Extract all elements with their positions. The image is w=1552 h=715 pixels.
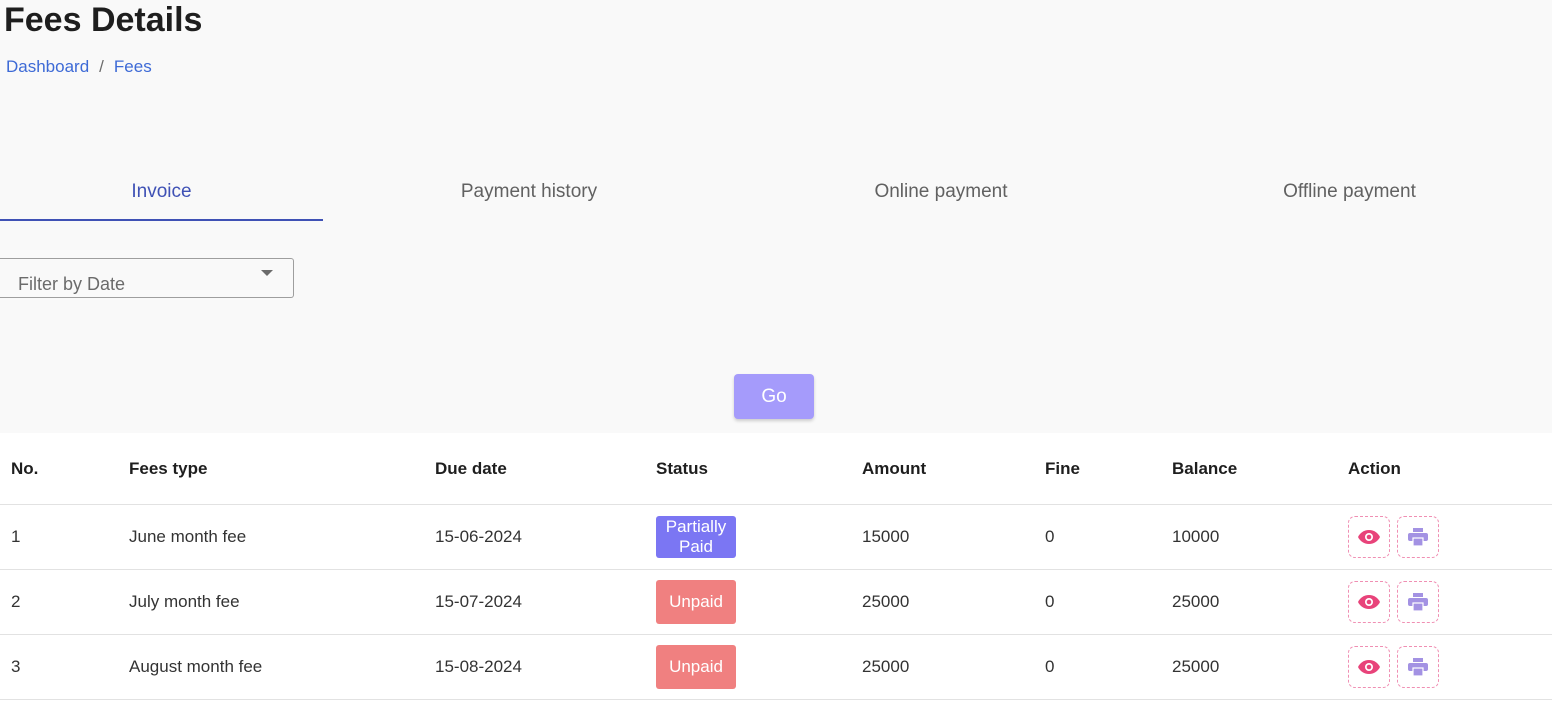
eye-icon	[1358, 595, 1380, 609]
status-badge: Unpaid	[656, 645, 736, 689]
cell-amount: 25000	[862, 569, 1045, 635]
cell-due-date: 15-07-2024	[435, 569, 656, 635]
status-badge: Unpaid	[656, 580, 736, 624]
view-button[interactable]	[1348, 646, 1390, 688]
cell-no: 2	[0, 569, 129, 635]
eye-icon	[1358, 660, 1380, 674]
column-header-action: Action	[1348, 433, 1552, 505]
cell-fine: 0	[1045, 569, 1172, 635]
tab-payment-history[interactable]: Payment history	[323, 170, 735, 222]
table-row: 1 June month fee 15-06-2024 Partially Pa…	[0, 504, 1552, 570]
printer-icon	[1407, 593, 1428, 611]
column-header-amount: Amount	[862, 433, 1045, 505]
cell-fine: 0	[1045, 504, 1172, 570]
cell-amount: 15000	[862, 504, 1045, 570]
cell-status: Partially Paid	[656, 504, 862, 570]
print-button[interactable]	[1396, 581, 1439, 623]
printer-icon	[1407, 658, 1428, 676]
column-header-due-date: Due date	[435, 433, 656, 505]
printer-icon	[1407, 528, 1428, 546]
cell-action	[1348, 569, 1552, 635]
cell-action	[1348, 634, 1552, 700]
table-header-row: No. Fees type Due date Status Amount Fin…	[0, 433, 1552, 505]
cell-fees-type: July month fee	[129, 569, 435, 635]
cell-fine: 0	[1045, 634, 1172, 700]
print-button[interactable]	[1396, 646, 1439, 688]
filter-placeholder: Filter by Date	[18, 274, 126, 294]
cell-action	[1348, 504, 1552, 570]
column-header-fine: Fine	[1045, 433, 1172, 505]
cell-due-date: 15-08-2024	[435, 634, 656, 700]
cell-status: Unpaid	[656, 569, 862, 635]
fees-table: No. Fees type Due date Status Amount Fin…	[0, 433, 1552, 700]
print-button[interactable]	[1396, 516, 1439, 558]
cell-balance: 25000	[1172, 569, 1348, 635]
cell-balance: 10000	[1172, 504, 1348, 570]
status-badge: Partially Paid	[656, 516, 736, 558]
cell-status: Unpaid	[656, 634, 862, 700]
column-header-balance: Balance	[1172, 433, 1348, 505]
table-row: 3 August month fee 15-08-2024 Unpaid 250…	[0, 634, 1552, 700]
cell-no: 3	[0, 634, 129, 700]
view-button[interactable]	[1348, 516, 1390, 558]
cell-due-date: 15-06-2024	[435, 504, 656, 570]
table-row: 2 July month fee 15-07-2024 Unpaid 25000…	[0, 569, 1552, 635]
view-button[interactable]	[1348, 581, 1390, 623]
go-button[interactable]: Go	[734, 374, 814, 419]
cell-fees-type: August month fee	[129, 634, 435, 700]
filter-by-date-select[interactable]: Filter by Date	[0, 258, 294, 298]
tab-invoice[interactable]: Invoice	[0, 170, 323, 222]
breadcrumb: Dashboard / Fees	[6, 56, 152, 78]
tab-bar: Invoice Payment history Online payment O…	[0, 170, 1552, 222]
tab-offline-payment[interactable]: Offline payment	[1147, 170, 1552, 222]
cell-amount: 25000	[862, 634, 1045, 700]
column-header-fees-type: Fees type	[129, 433, 435, 505]
fees-table-container: No. Fees type Due date Status Amount Fin…	[0, 433, 1552, 715]
column-header-no: No.	[0, 433, 129, 505]
breadcrumb-separator: /	[99, 57, 104, 76]
cell-no: 1	[0, 504, 129, 570]
breadcrumb-dashboard-link[interactable]: Dashboard	[6, 56, 89, 78]
eye-icon	[1358, 530, 1380, 544]
cell-balance: 25000	[1172, 634, 1348, 700]
column-header-status: Status	[656, 433, 862, 505]
tab-online-payment[interactable]: Online payment	[735, 170, 1147, 222]
cell-fees-type: June month fee	[129, 504, 435, 570]
page-title: Fees Details	[4, 1, 203, 39]
breadcrumb-fees-link[interactable]: Fees	[114, 56, 152, 78]
caret-down-icon	[261, 270, 273, 276]
